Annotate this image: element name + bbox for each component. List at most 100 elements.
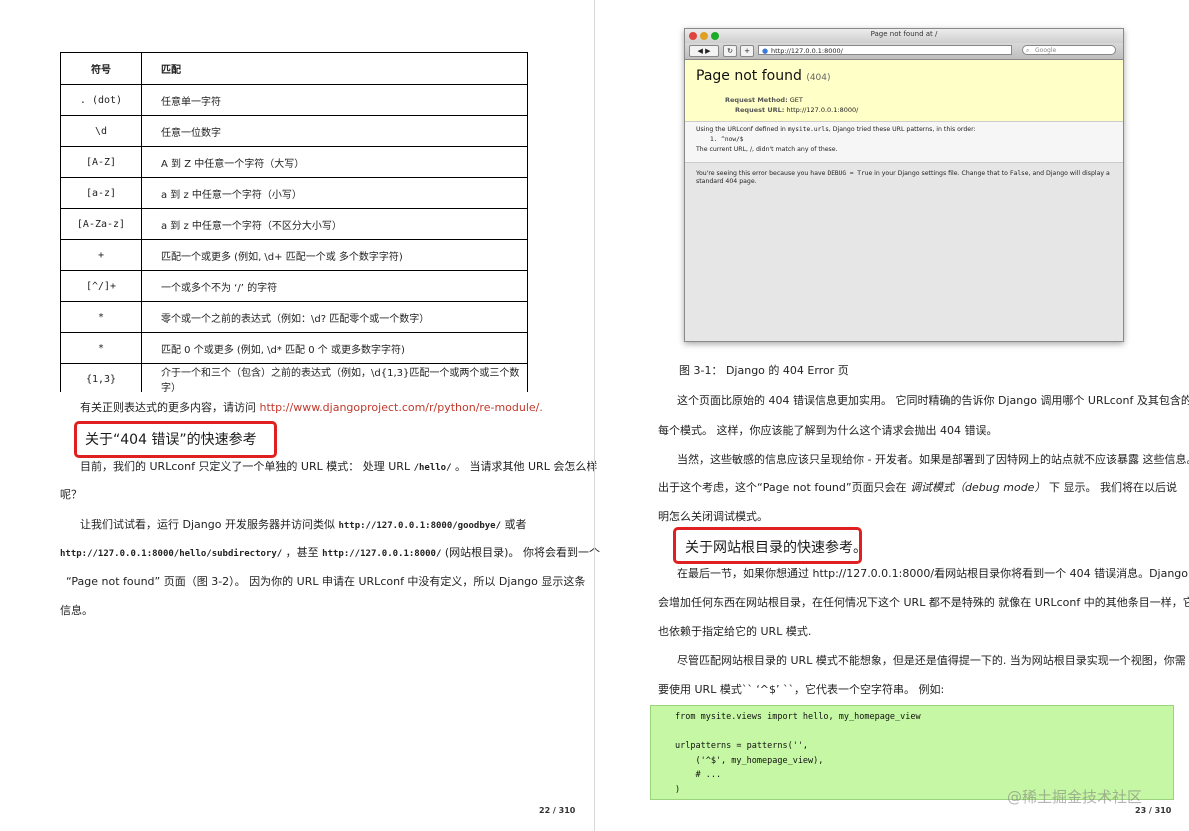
browser-toolbar: ◀ ▶ ↻ + ● http://127.0.0.1:8000/ ⌕ Googl…	[685, 43, 1123, 60]
table-row: [A-Za-z] a 到 z 中任意一个字符（不区分大小写）	[60, 208, 528, 240]
request-url-value: http://127.0.0.1:8000/	[786, 106, 859, 114]
reload-icon: ↻	[727, 47, 733, 55]
paragraph-try-line3: “Page not found” 页面（图 3-2）。 因为你的 URL 申请在…	[66, 575, 586, 588]
back-forward-button[interactable]: ◀ ▶	[689, 45, 719, 57]
info-code: mysite.urls	[787, 126, 829, 133]
table-cell-symbol: [A-Z]	[60, 146, 142, 178]
p2-debug-mode: 调试模式（debug mode）	[910, 481, 1046, 494]
info-line2: The current URL, /, didn't match any of …	[696, 146, 838, 153]
para2-code-goodbye: http://127.0.0.1:8000/goodbye/	[338, 521, 502, 531]
request-method-value: GET	[789, 96, 803, 104]
paragraph-urlconf-line1: 目前，我们的 URLconf 只定义了一个单独的 URL 模式： 处理 URL …	[80, 459, 597, 476]
error-explanation: You're seeing this error because you hav…	[685, 163, 1123, 341]
table-header-symbol: 符号	[60, 52, 142, 85]
table-cell-symbol: *	[60, 332, 142, 364]
para2-text-b: 或者	[504, 518, 527, 531]
code-line: ('^$', my_homepage_view),	[675, 755, 824, 766]
table-cell-match: 匹配一个或更多 (例如, \d+ 匹配一个或 多个数字字符)	[141, 239, 528, 271]
table-cell-symbol: *	[60, 301, 142, 333]
table-cell-symbol: [A-Za-z]	[60, 208, 142, 240]
browser-titlebar: Page not found at /	[685, 29, 1123, 43]
regex-more-paragraph: 有关正则表达式的更多内容，请访问 http://www.djangoprojec…	[80, 400, 543, 416]
plus-icon: +	[744, 47, 750, 55]
error-info: Using the URLconf defined in mysite.urls…	[685, 122, 1123, 163]
info-text-b: , Django tried these URL patterns, in th…	[828, 126, 976, 133]
reload-button[interactable]: ↻	[723, 45, 737, 57]
para2-text-a: 让我们试试看，运行 Django 开发服务器并访问类似	[80, 518, 335, 531]
table-row: [^/]+ 一个或多个不为 ‘/’ 的字符	[60, 270, 528, 302]
back-arrow-icon: ◀	[697, 47, 703, 55]
info-line1: Using the URLconf defined in mysite.urls…	[696, 126, 976, 133]
table-row: [a-z] a 到 z 中任意一个字符（小写）	[60, 177, 528, 209]
para1-code: /hello/	[413, 463, 452, 473]
info-text-a: Using the URLconf defined in	[696, 126, 786, 133]
table-cell-symbol: . (dot)	[60, 84, 142, 116]
table-cell-symbol: [a-z]	[60, 177, 142, 209]
para2-code-subdir: http://127.0.0.1:8000/hello/subdirectory…	[60, 549, 283, 559]
expl-text-b: in your Django settings file. Change tha…	[874, 170, 1008, 177]
paragraph-try-line1: 让我们试试看，运行 Django 开发服务器并访问类似 http://127.0…	[80, 517, 527, 534]
paragraph-root-line2: 会增加任何东西在网站根目录，在任何情况下这个 URL 都不是特殊的 就像在 UR…	[658, 596, 1189, 609]
page-number-right: 23 / 310	[1135, 806, 1172, 815]
regex-more-link[interactable]: http://www.djangoproject.com/r/python/re…	[260, 401, 543, 414]
table-header-row: 符号 匹配	[60, 52, 528, 85]
table-cell-match: a 到 z 中任意一个字符（小写）	[141, 177, 528, 209]
paragraph-sensitive-line3: 明怎么关闭调试模式。	[658, 510, 768, 523]
paragraph-try-line4: 信息。	[60, 604, 93, 617]
forward-arrow-icon: ▶	[705, 47, 711, 55]
para2-text-d: (网站根目录)。 你将会看到一个	[444, 546, 600, 559]
table-cell-symbol: {1,3}	[60, 363, 142, 395]
table-row: * 匹配 0 个或更多 (例如, \d* 匹配 0 个 或更多数字字符)	[60, 332, 528, 364]
table-header-match: 匹配	[141, 52, 528, 85]
table-cell-match: 介于一个和三个（包含）之前的表达式（例如，\d{1,3}匹配一个或两个或三个数字…	[141, 363, 528, 395]
section-heading-404: 关于“404 错误”的快速参考	[85, 432, 257, 448]
table-cell-symbol: +	[60, 239, 142, 271]
regex-table: 符号 匹配 . (dot) 任意单一字符 \d 任意一位数字 [A-Z] A 到 Z 中任…	[60, 52, 528, 395]
expl-code-false: False	[1009, 170, 1029, 177]
table-cell-symbol: \d	[60, 115, 142, 147]
regex-more-text: 有关正则表达式的更多内容，请访问	[80, 401, 256, 414]
search-input[interactable]: ⌕ Google	[1022, 45, 1116, 55]
para1-text-a: 目前，我们的 URLconf 只定义了一个单独的 URL 模式： 处理 URL	[80, 460, 411, 473]
table-row: * 零个或一个之前的表达式（例如：\d? 匹配零个或一个数字）	[60, 301, 528, 333]
table-cell-match: 任意单一字符	[141, 84, 528, 116]
code-line: )	[675, 784, 681, 795]
browser-screenshot: Page not found at / ◀ ▶ ↻ + ● http://127…	[684, 28, 1124, 342]
browser-window-title: Page not found at /	[870, 30, 938, 38]
paragraph-try-line2: http://127.0.0.1:8000/hello/subdirectory…	[60, 545, 600, 562]
search-icon: ⌕	[1026, 47, 1030, 54]
expl-text-c: , and Django will display a	[1028, 170, 1110, 177]
paragraph-urlconf-line2: 呢？	[60, 488, 82, 501]
url-input[interactable]: ● http://127.0.0.1:8000/	[758, 45, 1012, 55]
error-code: (404)	[806, 73, 831, 83]
left-page: 符号 匹配 . (dot) 任意单一字符 \d 任意一位数字 [A-Z] A 到 Z 中任…	[0, 0, 600, 831]
paragraph-pattern-line2: 要使用 URL 模式`` ‘^$’ ``，它代表一个空字符串。 例如:	[658, 683, 945, 696]
expl-line2: standard 404 page.	[696, 178, 757, 185]
request-method-label: Request Method:	[725, 96, 788, 104]
info-pattern-item: 1. ^now/$	[710, 136, 744, 143]
table-cell-symbol: [^/]+	[60, 270, 142, 302]
section-heading-root: 关于网站根目录的快速参考。	[685, 540, 867, 556]
paragraph-sensitive-line2: 出于这个考虑，这个“Page not found”页面只会在 调试模式（debu…	[658, 480, 1177, 496]
table-row: {1,3} 介于一个和三个（包含）之前的表达式（例如，\d{1,3}匹配一个或两个…	[60, 363, 528, 395]
error-title: Page not found (404)	[696, 68, 831, 84]
table-row: \d 任意一位数字	[60, 115, 528, 147]
table-row: . (dot) 任意单一字符	[60, 84, 528, 116]
table-cell-match: 零个或一个之前的表达式（例如：\d? 匹配零个或一个数字）	[141, 301, 528, 333]
add-bookmark-button[interactable]: +	[740, 45, 754, 57]
paragraph-pattern-line1: 尽管匹配网站根目录的 URL 模式不能想象，但是还是值得提一下的. 当为网站根目…	[677, 654, 1186, 667]
para2-code-root: http://127.0.0.1:8000/	[322, 549, 442, 559]
paragraph-useful-line1: 这个页面比原始的 404 错误信息更加实用。 它同时精确的告诉你 Django …	[677, 394, 1189, 407]
paragraph-sensitive-line1: 当然，这些敏感的信息应该只呈现给你 - 开发者。如果是部署到了因特网上的站点就不…	[677, 453, 1189, 466]
p2-text-b: 出于这个考虑，这个“Page not found”页面只会在	[658, 481, 907, 494]
paragraph-useful-line2: 每个模式。 这样，你应该能了解到为什么这个请求会抛出 404 错误。	[658, 424, 998, 437]
error-summary: Page not found (404) Request Method: GET…	[685, 60, 1123, 122]
expl-code-debug: DEBUG = True	[827, 170, 873, 177]
table-cell-match: 匹配 0 个或更多 (例如, \d* 匹配 0 个 或更多数字字符)	[141, 332, 528, 364]
expl-line1: You're seeing this error because you hav…	[696, 170, 1110, 177]
table-row: [A-Z] A 到 Z 中任意一个字符（大写）	[60, 146, 528, 178]
search-placeholder: Google	[1035, 47, 1057, 54]
para1-text-b: 。 当请求其他 URL 会怎么样	[455, 460, 598, 473]
table-row: + 匹配一个或更多 (例如, \d+ 匹配一个或 多个数字字符)	[60, 239, 528, 271]
request-url-label: Request URL:	[735, 106, 785, 114]
